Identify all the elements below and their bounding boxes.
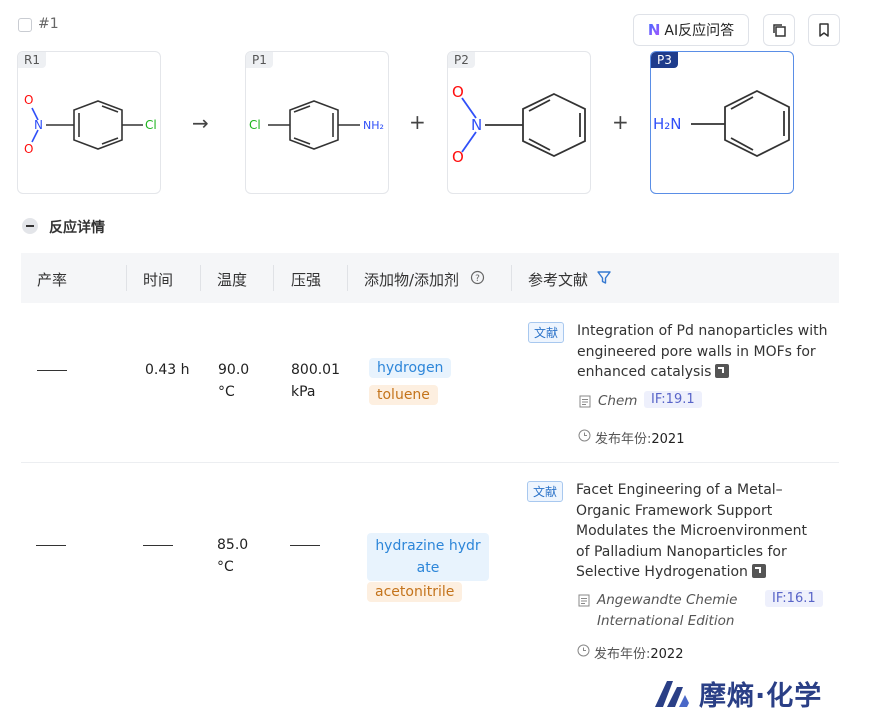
atom-cl: Cl — [249, 118, 261, 132]
section-title: 反应详情 — [49, 220, 105, 236]
atom-o: O — [452, 83, 464, 101]
temperature-value: 90.0 — [218, 362, 250, 378]
additive-tag[interactable]: acetonitrile — [367, 582, 463, 602]
additive-tag[interactable]: toluene — [369, 385, 438, 405]
time-empty — [143, 545, 173, 546]
atom-cl: Cl — [145, 118, 157, 132]
publish-year: 发布年份:2021 — [595, 432, 685, 447]
bookmark-button[interactable] — [808, 14, 840, 46]
copy-button[interactable] — [763, 14, 795, 46]
pressure-empty — [290, 545, 320, 546]
bookmark-icon — [819, 23, 829, 37]
header-yield: 产率 — [37, 271, 68, 289]
molecule-card-p3[interactable]: P3 H₂N — [650, 51, 794, 194]
impact-factor-badge: IF:16.1 — [765, 590, 823, 607]
atom-n: N — [34, 118, 43, 132]
ai-qa-label: AI反应问答 — [664, 23, 735, 39]
structure-p1: Cl NH₂ — [249, 100, 384, 150]
journal-name: Chem — [598, 393, 638, 409]
external-link-icon[interactable] — [715, 364, 730, 378]
plus-sign: + — [409, 110, 426, 134]
brand-logo-icon — [655, 681, 689, 707]
atom-n: N — [471, 116, 482, 134]
atom-o: O — [452, 148, 464, 166]
molecule-card-r1[interactable]: R1 O N O Cl — [17, 51, 161, 194]
temperature-value: 85.0 — [217, 537, 249, 553]
document-badge: 文献 — [528, 322, 565, 343]
svg-text:?: ? — [475, 274, 480, 284]
header-divider — [511, 265, 512, 291]
temperature-unit: °C — [217, 559, 234, 575]
header-references: 参考文献 — [528, 271, 589, 289]
yield-empty — [36, 545, 66, 546]
clock-icon — [577, 644, 590, 657]
molecule-card-p2[interactable]: P2 O N O — [447, 51, 591, 194]
journal-icon — [579, 395, 591, 408]
time-value: 0.43 h — [145, 362, 190, 378]
journal-icon — [578, 594, 590, 607]
header-time: 时间 — [143, 271, 174, 289]
collapse-icon[interactable] — [22, 218, 38, 234]
structure-r1: O N O Cl — [24, 93, 157, 156]
header-divider — [347, 265, 348, 291]
atom-nh2: NH₂ — [363, 119, 384, 132]
additive-tag[interactable]: hydrazine hydr ate — [367, 533, 489, 581]
atom-o: O — [24, 142, 33, 156]
structure-p3: H₂N — [653, 89, 790, 158]
help-icon[interactable]: ? — [470, 270, 485, 285]
yield-empty — [37, 370, 67, 371]
header-temperature: 温度 — [217, 271, 248, 289]
journal-name: Angewandte Chemie International Edition — [597, 592, 738, 629]
plus-sign: + — [612, 110, 629, 134]
row-divider — [21, 462, 839, 463]
clock-icon — [578, 429, 591, 442]
additive-tag[interactable]: hydrogen — [369, 358, 452, 378]
atom-nh2: H₂N — [653, 115, 682, 133]
temperature-unit: °C — [218, 384, 235, 400]
header-divider — [126, 265, 127, 291]
reaction-checkbox[interactable] — [18, 18, 32, 32]
header-pressure: 压强 — [291, 271, 322, 289]
reaction-id: #1 — [38, 16, 59, 32]
reference-title[interactable]: Integration of Pd nanoparticles with eng… — [577, 321, 827, 383]
header-divider — [200, 265, 201, 291]
reference-title[interactable]: Facet Engineering of a Metal– Organic Fr… — [576, 480, 807, 583]
reaction-arrow: → — [192, 111, 209, 135]
brand-watermark: 摩熵·化学 — [651, 673, 822, 713]
ai-logo-icon: N — [647, 21, 661, 39]
impact-factor-badge: IF:19.1 — [644, 391, 702, 408]
header-additive: 添加物/添加剂 — [364, 271, 460, 289]
external-link-icon[interactable] — [751, 564, 766, 578]
header-divider — [273, 265, 274, 291]
copy-icon — [773, 24, 786, 37]
ai-qa-button[interactable]: N AI反应问答 — [633, 14, 749, 46]
structure-p2: O N O — [452, 83, 586, 166]
document-badge: 文献 — [527, 481, 564, 502]
publish-year: 发布年份:2022 — [594, 647, 684, 662]
molecule-card-p1[interactable]: P1 Cl NH₂ — [245, 51, 389, 194]
filter-icon[interactable] — [597, 270, 611, 285]
atom-o: O — [24, 93, 33, 107]
pressure-unit: kPa — [291, 384, 316, 400]
pressure-value: 800.01 — [291, 362, 340, 378]
